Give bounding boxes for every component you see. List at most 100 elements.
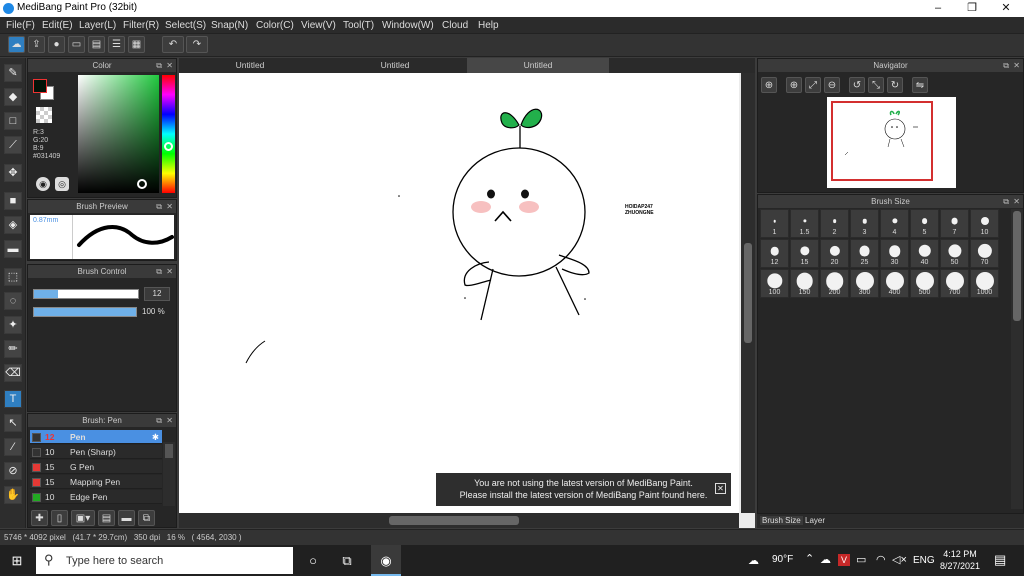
tab-untitled-2[interactable]: Untitled [324,58,466,73]
redo-icon[interactable]: ↷ [186,36,208,53]
hand-tool-icon[interactable]: ✋ [4,486,22,504]
menu-view[interactable]: View(V) [301,20,336,31]
brush-menu-icon[interactable]: ▣▾ [71,510,95,526]
new-brush-icon[interactable]: ▯ [51,510,68,526]
rotate-right-icon[interactable]: ↻ [887,77,903,93]
brush-size-cell[interactable]: 4 [880,209,909,238]
flip-icon[interactable]: ⇋ [912,77,928,93]
undock-icon[interactable]: ⧉ [1003,59,1009,72]
brush-size-cell[interactable]: 50 [940,239,969,268]
navigator-preview[interactable] [827,97,956,188]
document-icon[interactable]: ▤ [88,36,105,53]
undock-icon[interactable]: ⧉ [156,414,162,427]
language-indicator[interactable]: ENG [913,555,935,566]
brush-size-cell[interactable]: 7 [940,209,969,238]
brush-tool-icon[interactable]: ✎ [4,64,22,82]
vertical-scroll-thumb[interactable] [744,243,752,343]
move-tool-icon[interactable]: ✥ [4,164,22,182]
menu-file[interactable]: File(F) [6,20,35,31]
grid-icon[interactable]: ▦ [128,36,145,53]
color-set-icon[interactable]: ◎ [55,177,69,191]
brush-item[interactable]: 15 Mapping Pen [30,475,162,489]
zoom-fit-icon[interactable]: ⊕ [761,77,777,93]
folder-icon[interactable]: ▬ [118,510,135,526]
line-tool-icon[interactable]: ⟋ [4,136,22,154]
speech-bubble-icon[interactable]: ● [48,36,65,53]
close-icon[interactable]: ✕ [166,265,173,278]
brush-size-cell[interactable]: 3 [850,209,879,238]
add-brush-icon[interactable]: ✚ [31,510,48,526]
drawing-canvas[interactable]: HOIDAP247 ZHUONGNE You are not using the… [179,73,739,513]
brush-size-cell[interactable]: 2 [820,209,849,238]
chevron-up-icon[interactable]: ⌃ [805,552,814,565]
antivirus-icon[interactable]: V [838,554,850,566]
brush-size-cell[interactable]: 30 [880,239,909,268]
maximize-button[interactable]: ❐ [955,0,989,17]
close-icon[interactable]: ✕ [166,59,173,72]
tab-untitled-1[interactable]: Untitled [179,58,321,73]
text-tool-icon[interactable]: T [4,390,22,408]
search-box[interactable]: ⚲ Type here to search [36,547,293,574]
select-eraser-tool-icon[interactable]: ⌫ [4,364,22,382]
dropper-tool-icon[interactable]: ⁄ [4,438,22,456]
transparent-color-swatch[interactable] [36,107,52,123]
operation-tool-icon[interactable]: ↖ [4,414,22,432]
menu-color[interactable]: Color(C) [256,20,294,31]
brush-list-scrollbar[interactable] [163,442,175,506]
rectangle-tool-icon[interactable]: □ [4,112,22,130]
select-pen-tool-icon[interactable]: ✏ [4,340,22,358]
clock[interactable]: 4:12 PM 8/27/2021 [938,548,982,572]
brush-size-scrollbar[interactable] [1011,209,1023,509]
sv-cursor[interactable] [137,179,147,189]
palette-icon[interactable]: ◉ [36,177,50,191]
volume-icon[interactable]: ◁× [892,553,907,566]
menu-cloud[interactable]: Cloud [442,20,468,31]
brush-size-cell[interactable]: 70 [970,239,999,268]
brush-size-cell[interactable]: 1000 [970,269,999,298]
close-icon[interactable]: ✕ [166,414,173,427]
zoom-in-icon[interactable]: ⊕ [786,77,802,93]
gradient-tool-icon[interactable]: ▬ [4,240,22,258]
weather-icon[interactable]: ☁ [748,554,759,567]
undock-icon[interactable]: ⧉ [156,200,162,213]
cortana-icon[interactable]: ○ [298,545,328,576]
brush-item[interactable]: 10 Pen (Sharp) [30,445,162,459]
notice-close-button[interactable]: ✕ [715,483,726,494]
close-icon[interactable]: ✕ [1013,195,1020,208]
menu-help[interactable]: Help [478,20,499,31]
medibang-app-icon[interactable]: ◉ [371,545,401,576]
rotate-left-icon[interactable]: ↺ [849,77,865,93]
lasso-tool-icon[interactable]: ◌ [4,292,22,310]
close-button[interactable]: ✕ [989,0,1023,17]
horizontal-scrollbar[interactable] [179,513,739,528]
brush-size-cell[interactable]: 300 [850,269,879,298]
undock-icon[interactable]: ⧉ [1003,195,1009,208]
primary-color-swatch[interactable] [33,79,47,93]
saturation-value-picker[interactable] [78,75,159,193]
select-rect-tool-icon[interactable]: ⬚ [4,268,22,286]
zoom-out-icon[interactable]: ⊖ [824,77,840,93]
tab-untitled-3[interactable]: Untitled [467,58,609,73]
brush-size-cell[interactable]: 5 [910,209,939,238]
fit-window-icon[interactable]: ⤢ [805,77,821,93]
brush-opacity-slider[interactable] [33,307,137,317]
tab-layer[interactable]: Layer [805,516,825,525]
brush-size-cell[interactable]: 40 [910,239,939,268]
undock-icon[interactable]: ⧉ [156,59,162,72]
duplicate-icon[interactable]: ⧉ [138,510,155,526]
menu-layer[interactable]: Layer(L) [79,20,116,31]
vertical-scrollbar[interactable] [741,73,755,513]
brush-size-cell[interactable]: 200 [820,269,849,298]
fill-rect-tool-icon[interactable]: ■ [4,192,22,210]
eraser-tool-icon[interactable]: ◆ [4,88,22,106]
onedrive-icon[interactable]: ☁ [820,553,831,566]
brush-size-cell[interactable]: 1 [760,209,789,238]
brush-size-cell[interactable]: 100 [760,269,789,298]
brush-size-cell[interactable]: 12 [760,239,789,268]
wifi-icon[interactable]: ◠ [876,553,886,566]
task-view-icon[interactable]: ⧉ [332,545,362,576]
brush-size-cell[interactable]: 20 [820,239,849,268]
brush-size-cell[interactable]: 400 [880,269,909,298]
brush-item[interactable]: 12 Pen ✱ [30,430,162,444]
windows-start-icon[interactable]: ⊞ [2,545,32,576]
